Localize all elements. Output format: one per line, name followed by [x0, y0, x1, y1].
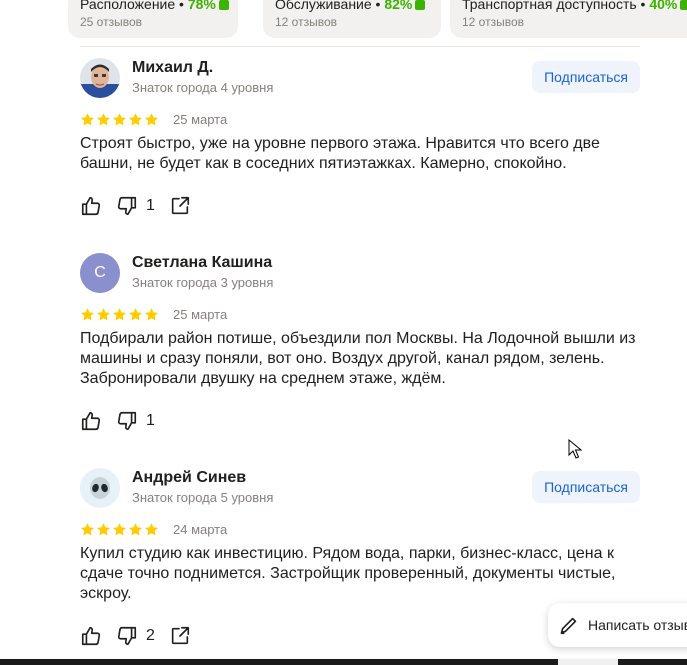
- pencil-icon: [560, 617, 577, 635]
- like-button[interactable]: [80, 624, 102, 648]
- rating-row: 25 марта: [80, 110, 227, 128]
- aspect-count: 12 отзывов: [462, 15, 525, 29]
- review-actions: 1: [80, 194, 205, 218]
- dislike-button[interactable]: 2: [116, 624, 155, 648]
- star-icon: [96, 112, 111, 125]
- author-level: Знаток города 5 уровня: [132, 490, 274, 505]
- star-icon: [144, 112, 159, 125]
- aspect-chip-location[interactable]: Расположение • 78% 25 отзывов: [68, 0, 238, 38]
- author-level: Знаток города 4 уровня: [132, 80, 274, 95]
- thumb-down-icon: [117, 626, 137, 646]
- aspect-percent: 78%: [187, 0, 216, 12]
- like-button[interactable]: [80, 194, 102, 218]
- dislike-button[interactable]: 1: [116, 409, 155, 433]
- aspect-percent: 40%: [649, 0, 678, 12]
- bottom-bar: [0, 659, 687, 665]
- thumb-up-icon: [81, 411, 101, 431]
- review-text: Подбирали район потише, объездили пол Мо…: [80, 330, 636, 387]
- star-icon: [112, 522, 127, 535]
- subscribe-button[interactable]: Подписаться: [532, 471, 640, 503]
- star-icon: [128, 522, 143, 535]
- star-icon: [144, 307, 159, 320]
- author-name[interactable]: Андрей Синев: [132, 468, 246, 488]
- divider: [80, 46, 640, 47]
- subscribe-button[interactable]: Подписаться: [532, 61, 640, 93]
- rating-row: 24 марта: [80, 520, 227, 538]
- star-icon: [144, 522, 159, 535]
- write-review-label: Написать отзыв: [588, 617, 687, 633]
- aspect-title: Расположение: [80, 0, 176, 12]
- dislike-button[interactable]: 1: [116, 194, 155, 218]
- aspect-title: Обслуживание: [275, 0, 372, 12]
- aspect-chips: Расположение • 78% 25 отзывов Обслуживан…: [68, 0, 687, 38]
- like-button[interactable]: [80, 409, 102, 433]
- avatar-initial: С: [94, 264, 106, 281]
- thumb-up-icon: [81, 626, 101, 646]
- dislike-count: 1: [146, 412, 155, 429]
- thumb-up-icon: [218, 0, 229, 10]
- thumb-up-icon: [415, 0, 426, 10]
- star-icon: [112, 307, 127, 320]
- star-icon: [128, 307, 143, 320]
- mouse-cursor-icon: [568, 439, 582, 459]
- review-date: 24 марта: [173, 521, 228, 537]
- share-button[interactable]: [169, 194, 191, 218]
- avatar[interactable]: [80, 468, 120, 508]
- review-text: Купил студию как инвестицию. Рядом вода,…: [80, 545, 616, 602]
- aspect-chip-transport[interactable]: Транспортная доступность • 40% 12 отзыво…: [450, 0, 687, 38]
- aspect-title: Транспортная доступность: [462, 0, 637, 12]
- author-name[interactable]: Светлана Кашина: [132, 253, 272, 273]
- avatar[interactable]: [80, 58, 120, 98]
- thumb-down-icon: [117, 411, 137, 431]
- rating-stars: [80, 522, 159, 537]
- aspect-count: 25 отзывов: [80, 15, 143, 29]
- aspect-percent: 82%: [384, 0, 413, 12]
- star-icon: [128, 112, 143, 125]
- star-icon: [80, 522, 95, 535]
- avatar[interactable]: С: [80, 253, 120, 293]
- thumb-up-icon: [680, 0, 687, 10]
- share-button[interactable]: [169, 624, 191, 648]
- review-actions: 1: [80, 409, 169, 433]
- author-name[interactable]: Михаил Д.: [132, 58, 213, 78]
- aspect-chip-service[interactable]: Обслуживание • 82% 12 отзывов: [263, 0, 441, 38]
- rating-row: 25 марта: [80, 305, 227, 323]
- write-review-button[interactable]: Написать отзыв: [548, 603, 687, 647]
- review-text: Строят быстро, уже на уровне первого эта…: [80, 135, 600, 172]
- review-actions: 2: [80, 624, 205, 648]
- rating-stars: [80, 307, 159, 322]
- share-icon: [171, 626, 189, 645]
- dislike-count: 1: [146, 197, 155, 214]
- review-date: 25 марта: [173, 111, 228, 127]
- star-icon: [112, 112, 127, 125]
- author-level: Знаток города 3 уровня: [132, 275, 274, 290]
- aspect-count: 12 отзывов: [275, 15, 338, 29]
- thumb-up-icon: [81, 196, 101, 216]
- share-icon: [171, 196, 189, 215]
- star-icon: [80, 112, 95, 125]
- star-icon: [96, 307, 111, 320]
- rating-stars: [80, 112, 159, 127]
- review-date: 25 марта: [173, 306, 228, 322]
- star-icon: [96, 522, 111, 535]
- star-icon: [80, 307, 95, 320]
- thumb-down-icon: [117, 196, 137, 216]
- dislike-count: 2: [146, 627, 155, 644]
